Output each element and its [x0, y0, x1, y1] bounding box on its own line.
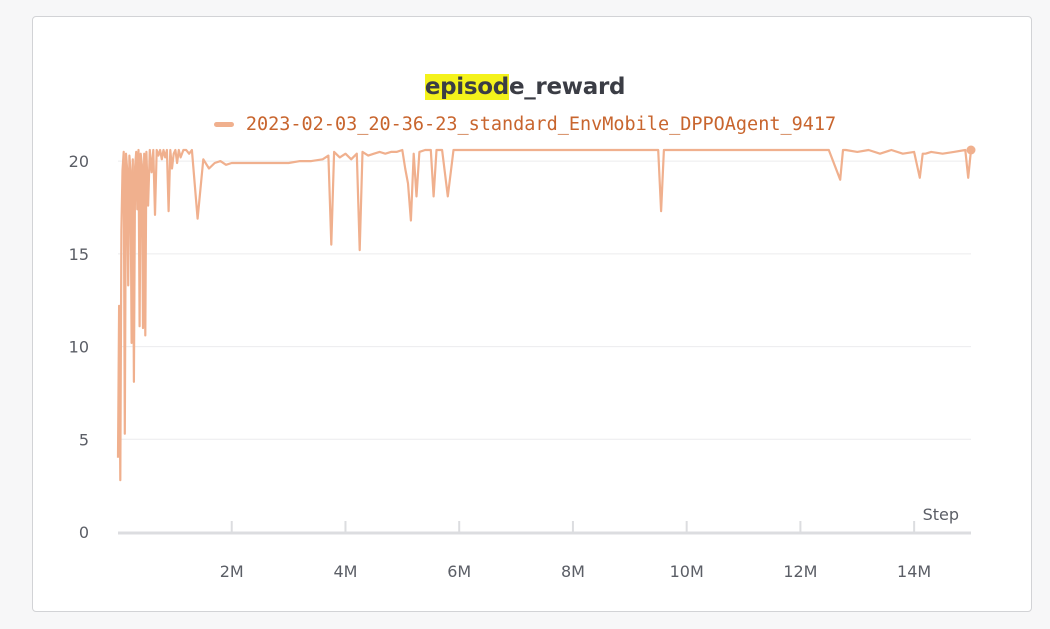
gridlines	[118, 160, 971, 440]
line-chart[interactable]: 0 5 10 15 20 2M 4M 6M 8M 10M 12M 14M Step	[0, 0, 1050, 629]
x-tick-label: 10M	[670, 562, 704, 581]
x-tick-label: 8M	[561, 562, 585, 581]
y-tick-label: 10	[69, 338, 89, 357]
x-tick-label: 14M	[897, 562, 931, 581]
y-tick-label: 15	[69, 245, 89, 264]
y-tick-label: 20	[69, 152, 89, 171]
y-tick-label: 5	[79, 430, 89, 449]
y-tick-label: 0	[79, 523, 89, 542]
series-line[interactable]	[116, 148, 973, 482]
x-tick-label: 6M	[447, 562, 471, 581]
y-axis-ticks: 0 5 10 15 20	[69, 152, 89, 542]
x-tick-label: 4M	[333, 562, 357, 581]
x-axis-title: Step	[923, 505, 959, 524]
x-tick-label: 12M	[783, 562, 817, 581]
x-tick-label: 2M	[220, 562, 244, 581]
x-axis: 2M 4M 6M 8M 10M 12M 14M	[118, 521, 971, 581]
series-end-marker[interactable]	[966, 145, 976, 155]
series-layer	[116, 145, 976, 482]
